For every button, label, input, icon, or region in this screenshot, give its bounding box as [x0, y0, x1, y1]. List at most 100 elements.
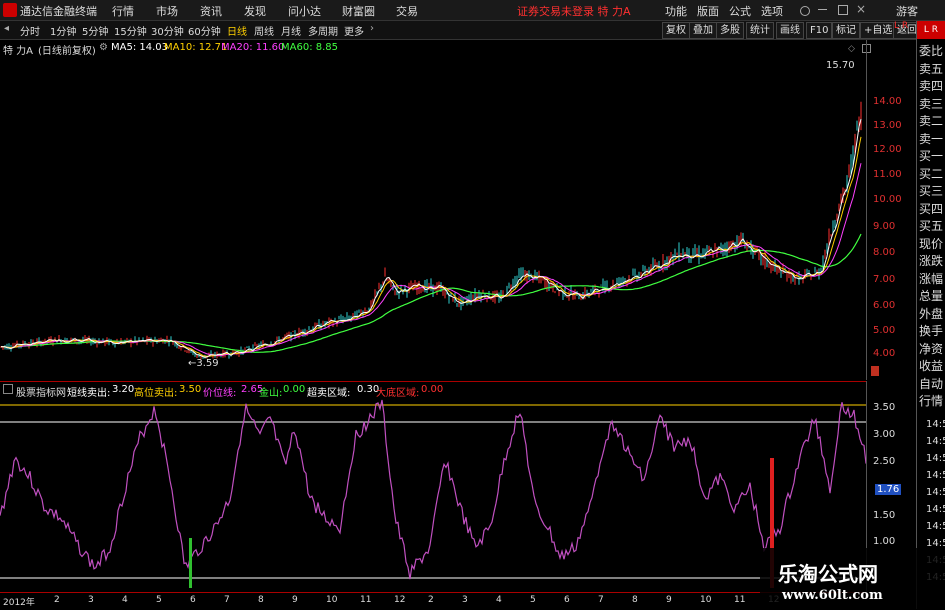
panel-item[interactable]: 自动	[919, 378, 943, 390]
indicator-label: 高位卖出:	[134, 388, 178, 399]
menu-layout[interactable]: 版面	[697, 3, 719, 19]
panel-item[interactable]: 买四	[919, 203, 943, 215]
menu-discover[interactable]: 发现	[244, 3, 266, 19]
panel-toggle-button[interactable]: L R	[917, 21, 945, 39]
menu-ask[interactable]: 问小达	[288, 3, 321, 19]
date-label: 5	[156, 595, 162, 605]
time-label: 14:50	[926, 521, 945, 532]
menu-markets[interactable]: 市场	[156, 3, 178, 19]
indicator-toggle-icon[interactable]	[3, 384, 13, 394]
ind-tick: 1.00	[873, 536, 896, 547]
menu-function[interactable]: 功能	[665, 3, 687, 19]
golden-bar	[189, 538, 192, 588]
settings-icon[interactable]	[800, 6, 810, 16]
panel-item[interactable]: 换手	[919, 325, 943, 337]
chart-diamond-icon[interactable]: ◇	[848, 44, 855, 54]
indicator-label: 价位线:	[203, 388, 237, 399]
indicator-value: 3.50	[179, 384, 202, 395]
panel-item[interactable]: 卖一	[919, 133, 943, 145]
price-tick: 7.00	[873, 274, 896, 285]
low-price-label: ←3.59	[188, 358, 219, 369]
close-icon[interactable]: ×	[856, 2, 866, 16]
settings-gear-icon[interactable]: ⚙	[99, 42, 108, 53]
f10-button[interactable]: F10	[806, 22, 833, 39]
panel-item[interactable]: 卖四	[919, 80, 943, 92]
price-tick: 13.00	[873, 120, 902, 131]
tab-5min[interactable]: 5分钟	[82, 23, 108, 38]
panel-item[interactable]: 买五	[919, 220, 943, 232]
panel-item[interactable]: 买一	[919, 150, 943, 162]
date-label: 11	[734, 595, 746, 605]
indicator-chart[interactable]	[0, 398, 866, 588]
tab-30min[interactable]: 30分钟	[151, 23, 184, 38]
tab-monthly[interactable]: 月线	[281, 23, 301, 38]
ma60-line	[0, 233, 862, 353]
indicator-name[interactable]: 股票指标网	[16, 384, 66, 399]
ind-tick: 3.50	[873, 402, 896, 413]
tab-60min[interactable]: 60分钟	[188, 23, 221, 38]
menu-trade[interactable]: 交易	[396, 3, 418, 19]
watermark-url: www.60lt.com	[782, 588, 883, 603]
panel-item[interactable]: 卖二	[919, 115, 943, 127]
panel-item[interactable]: 涨跌	[919, 255, 943, 267]
panel-item[interactable]: 涨幅	[919, 273, 943, 285]
panel-item[interactable]: 现价	[919, 238, 943, 250]
menu-wealth[interactable]: 财富圈	[342, 3, 375, 19]
panel-item[interactable]: 买三	[919, 185, 943, 197]
overlay-button[interactable]: 叠加	[689, 22, 717, 39]
date-label: 9	[666, 595, 672, 605]
statistics-button[interactable]: 统计	[746, 22, 774, 39]
watermark-title: 乐淘公式网	[778, 562, 878, 586]
panel-item[interactable]: 外盘	[919, 308, 943, 320]
price-axis: L R 14.00 13.00 12.00 11.00 10.00 9.00 8…	[866, 21, 917, 380]
tab-intraday[interactable]: 分时	[20, 23, 40, 38]
tab-multi-period[interactable]: 多周期	[308, 23, 338, 38]
ma10-label: MA10: 12.71	[164, 42, 228, 53]
trade-login-notice[interactable]: 证券交易未登录 特 力A	[517, 3, 631, 19]
tab-1min[interactable]: 1分钟	[50, 23, 76, 38]
panel-item[interactable]: 委比	[919, 45, 943, 57]
log-scale-icon[interactable]: L R	[894, 21, 908, 31]
menu-formula[interactable]: 公式	[729, 3, 751, 19]
panel-item[interactable]: 总量	[919, 290, 943, 302]
stock-name: 特 力A	[3, 46, 34, 57]
price-chart[interactable]: 15.70 ←3.59	[0, 56, 866, 378]
ind-tick: 3.00	[873, 429, 896, 440]
minimize-icon[interactable]	[818, 9, 827, 10]
ma10-line	[0, 136, 862, 357]
draw-line-button[interactable]: 画线	[776, 22, 804, 39]
date-label: 10	[326, 595, 338, 605]
mark-button[interactable]: 标记	[832, 22, 860, 39]
menu-market[interactable]: 行情	[112, 3, 134, 19]
high-price-label: 15.70	[826, 60, 855, 71]
panel-item[interactable]: 行情	[919, 395, 943, 407]
maximize-icon[interactable]	[838, 5, 848, 15]
time-label: 14:50	[926, 470, 945, 481]
back-arrow-icon[interactable]: ◂	[4, 23, 9, 34]
add-watchlist-button[interactable]: +自选	[860, 22, 897, 39]
tab-15min[interactable]: 15分钟	[114, 23, 147, 38]
panel-item[interactable]: 收益	[919, 360, 943, 372]
ma20-label: MA20: 11.60	[221, 42, 285, 53]
tab-more[interactable]: 更多	[344, 23, 364, 38]
ma5-line	[0, 118, 862, 358]
adjust-button[interactable]: 复权	[662, 22, 690, 39]
panel-item[interactable]: 净资	[919, 343, 943, 355]
indicator-label: 大底区域:	[376, 388, 420, 399]
time-label: 14:50	[926, 504, 945, 515]
chevron-right-icon[interactable]: ›	[370, 23, 374, 34]
panel-item[interactable]: 买二	[919, 168, 943, 180]
multi-stock-button[interactable]: 多股	[716, 22, 744, 39]
price-tick: 11.00	[873, 169, 902, 180]
time-label: 14:50	[926, 419, 945, 430]
panel-item[interactable]: 卖五	[919, 63, 943, 75]
guest-account[interactable]: 游客	[896, 3, 918, 19]
indicator-current-value: 1.76	[875, 484, 902, 495]
date-label: 7	[224, 595, 230, 605]
scroll-marker[interactable]	[871, 366, 879, 376]
menu-news[interactable]: 资讯	[200, 3, 222, 19]
tab-weekly[interactable]: 周线	[254, 23, 274, 38]
tab-daily[interactable]: 日线	[227, 23, 247, 38]
menu-options[interactable]: 选项	[761, 3, 783, 19]
panel-item[interactable]: 卖三	[919, 98, 943, 110]
